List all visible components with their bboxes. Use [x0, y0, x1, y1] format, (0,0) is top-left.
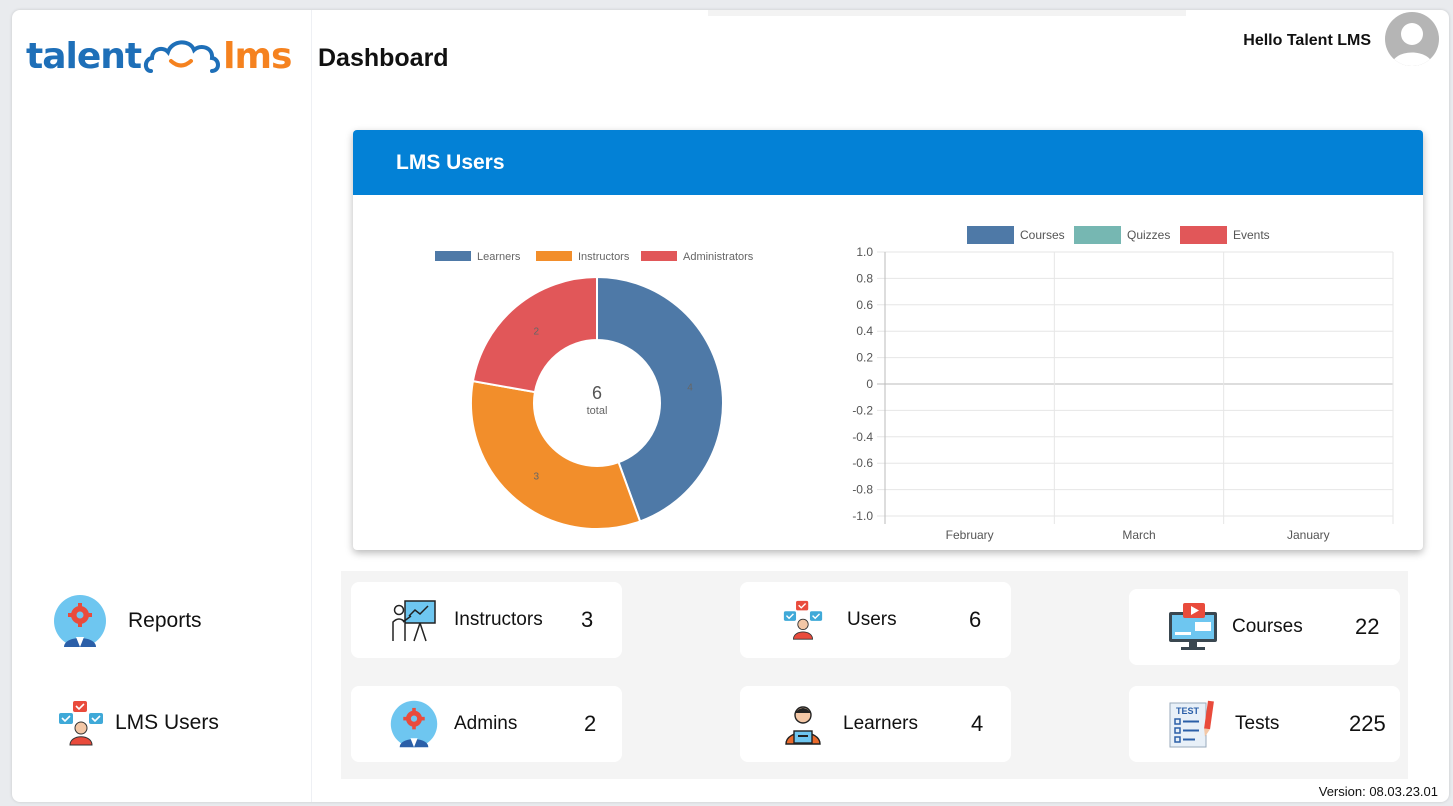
donut-center-label: total: [587, 405, 608, 417]
stat-value: 6: [969, 607, 982, 632]
user-avatar-icon: [1391, 23, 1433, 66]
y-tick-label: 0.4: [856, 324, 873, 338]
donut-slices: 4 3 2: [470, 275, 724, 530]
donut-center-value: 6: [592, 383, 602, 403]
user-greeting: Hello Talent LMS: [1243, 32, 1371, 49]
avatar[interactable]: [1385, 12, 1439, 66]
page-title: Dashboard: [318, 44, 449, 72]
users-network-icon: [783, 600, 823, 640]
bar-legend: Courses Quizzes Events: [967, 226, 1270, 244]
y-tick-label: 1.0: [856, 245, 873, 259]
stat-label: Admins: [454, 713, 518, 734]
stat-label: Users: [847, 609, 897, 630]
learner-laptop-icon: [785, 706, 821, 745]
sidebar-item-lms-users[interactable]: LMS Users: [57, 700, 219, 746]
legend-swatch[interactable]: [1180, 226, 1227, 244]
legend-swatch[interactable]: [641, 251, 677, 261]
legend-label: Courses: [1020, 228, 1065, 242]
card-title: LMS Users: [353, 130, 1423, 195]
legend-swatch[interactable]: [536, 251, 572, 261]
logo-text-lms: lms: [223, 36, 292, 77]
stat-value: 2: [584, 711, 597, 736]
bar-x-ticks: February March January: [946, 528, 1330, 542]
stat-value: 22: [1355, 614, 1380, 639]
y-tick-label: -1.0: [852, 509, 873, 523]
y-tick-label: 0.6: [856, 298, 873, 312]
sidebar-item-reports[interactable]: Reports: [52, 593, 202, 649]
talentlms-logo[interactable]: talent lms: [26, 36, 292, 77]
stat-label: Tests: [1235, 713, 1280, 734]
legend-label: Quizzes: [1127, 228, 1170, 242]
gear-person-icon: [54, 595, 106, 647]
svg-text:TEST: TEST: [1176, 706, 1200, 716]
x-tick-label: March: [1122, 528, 1155, 542]
legend-label: Administrators: [683, 251, 754, 263]
legend-label: Events: [1233, 228, 1270, 242]
stat-tile-admins[interactable]: Admins 2: [351, 686, 622, 762]
legend-label: Instructors: [578, 251, 630, 263]
stat-value: 3: [581, 607, 594, 632]
bar-chart: Courses Quizzes Events 1.0 0.8 0.6 0.4 0.2 0 -0.…: [852, 226, 1394, 542]
charts-area: Learners Instructors Administrators 432 6 …: [435, 226, 1394, 542]
sidebar-item-label: LMS Users: [115, 711, 219, 734]
stat-label: Courses: [1232, 616, 1303, 637]
bar-y-ticks: 1.0 0.8 0.6 0.4 0.2 0 -0.2 -0.4 -0.6 -0.8 -1.0: [852, 245, 873, 523]
donut-chart: Learners Instructors Administrators 432 6 …: [435, 251, 754, 530]
stat-label: Learners: [843, 713, 918, 734]
app-window: talent lms Reports LMS Users Dashboard H…: [12, 10, 1449, 802]
legend-swatch[interactable]: [967, 226, 1014, 244]
y-tick-label: -0.2: [852, 403, 873, 417]
logo-text-talent: talent: [26, 36, 142, 77]
video-monitor-icon: [1169, 603, 1217, 650]
lms-users-card: LMS Users Learners Instructors Administrat…: [353, 130, 1423, 550]
stat-label: Instructors: [454, 609, 543, 630]
stat-tile-courses[interactable]: Courses 22: [1129, 589, 1400, 665]
donut-slice-label: 2: [533, 327, 539, 338]
donut-slice-label: 4: [687, 383, 693, 394]
donut-slice-instructors[interactable]: [470, 379, 642, 530]
donut-slice-label: 3: [533, 471, 539, 482]
x-tick-label: January: [1287, 528, 1330, 542]
y-tick-label: -0.4: [852, 430, 873, 444]
stat-tile-users[interactable]: Users 6: [740, 582, 1011, 658]
stats-panel: Instructors 3 Users 6 Courses 22 Admins …: [341, 571, 1408, 779]
y-tick-label: -0.8: [852, 483, 873, 497]
stat-value: 225: [1349, 711, 1386, 736]
y-tick-label: -0.6: [852, 456, 873, 470]
y-tick-label: 0.2: [856, 351, 873, 365]
stat-tile-instructors[interactable]: Instructors 3: [351, 582, 622, 658]
stat-tile-learners[interactable]: Learners 4: [740, 686, 1011, 762]
y-tick-label: 0: [866, 377, 873, 391]
legend-swatch[interactable]: [1074, 226, 1121, 244]
donut-legend: Learners Instructors Administrators: [435, 251, 754, 263]
bar-grid: [877, 251, 1394, 524]
test-checklist-icon: TEST: [1169, 700, 1214, 748]
legend-label: Learners: [477, 251, 521, 263]
legend-swatch[interactable]: [435, 251, 471, 261]
sidebar: talent lms Reports LMS Users: [12, 10, 312, 802]
users-network-icon: [59, 701, 103, 746]
stat-tile-tests[interactable]: TEST Tests 225: [1129, 686, 1400, 762]
sidebar-item-label: Reports: [128, 609, 202, 632]
gear-person-icon: [390, 700, 438, 748]
y-tick-label: 0.8: [856, 271, 873, 285]
x-tick-label: February: [946, 528, 994, 542]
stat-value: 4: [971, 711, 984, 736]
top-strip: [708, 10, 1186, 16]
presentation-icon: [392, 600, 436, 642]
cloud-smile-icon: [143, 39, 221, 73]
version-label: Version: 08.03.23.01: [1318, 784, 1438, 799]
